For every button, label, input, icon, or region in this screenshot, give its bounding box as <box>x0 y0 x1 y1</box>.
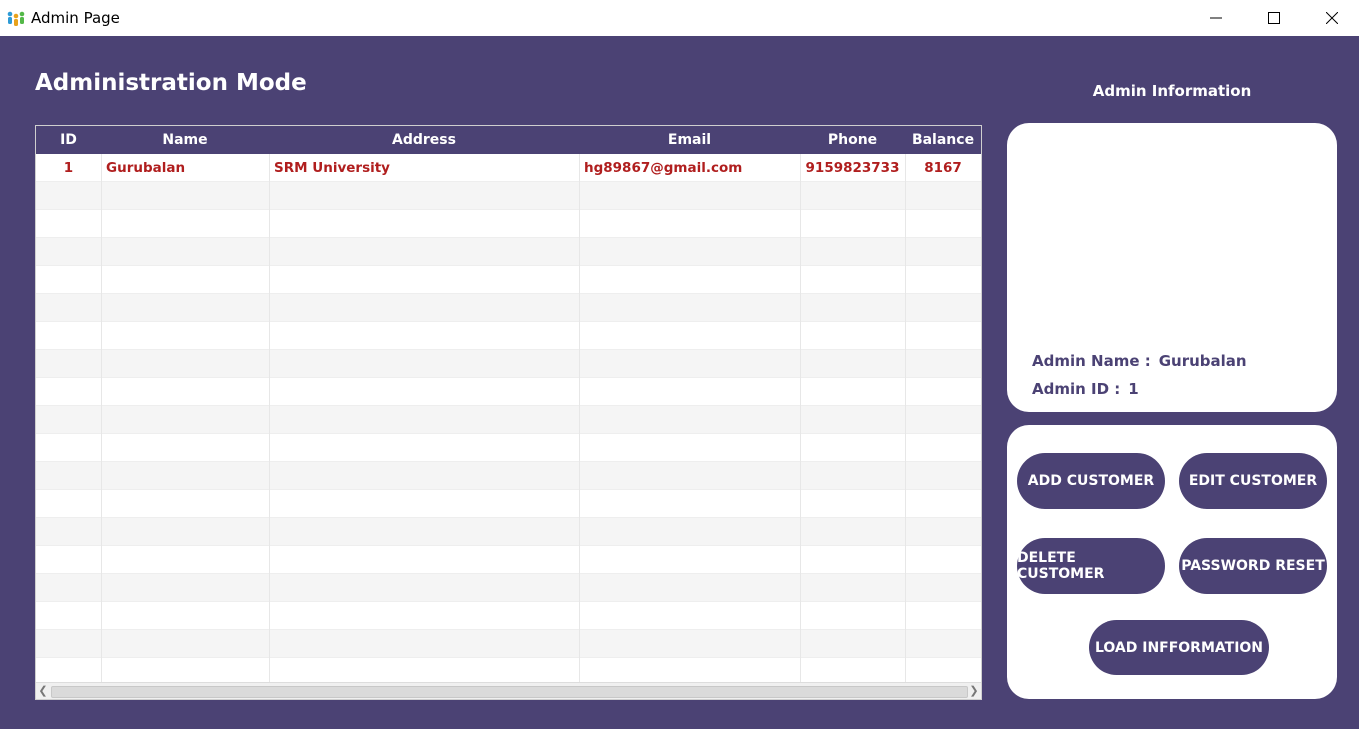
admin-info-heading: Admin Information <box>1092 82 1252 100</box>
users-app-icon <box>7 11 25 26</box>
column-divider <box>269 154 270 683</box>
table-row[interactable]: 1 Gurubalan SRM University hg89867@gmail… <box>36 154 981 182</box>
empty-row <box>36 350 981 378</box>
empty-row <box>36 574 981 602</box>
admin-name-row: Admin Name : Gurubalan <box>1032 352 1247 370</box>
cell-id: 1 <box>63 160 74 176</box>
admin-name-value: Gurubalan <box>1158 352 1247 370</box>
table-body: 1 Gurubalan SRM University hg89867@gmail… <box>36 154 981 686</box>
close-icon <box>1326 12 1338 24</box>
cell-phone: 9159823733 <box>805 160 900 176</box>
column-divider <box>905 154 906 683</box>
column-header-phone[interactable]: Phone <box>800 126 905 154</box>
load-information-button[interactable]: LOAD INFFORMATION <box>1089 620 1269 675</box>
empty-row <box>36 210 981 238</box>
edit-customer-button[interactable]: EDIT CUSTOMER <box>1179 453 1327 509</box>
admin-info-card: Admin Name : Gurubalan Admin ID : 1 <box>1007 123 1337 412</box>
empty-row <box>36 602 981 630</box>
customer-table[interactable]: ID Name Address Email Phone Balance 1 Gu… <box>35 125 982 700</box>
maximize-button[interactable] <box>1245 0 1303 36</box>
cell-email: hg89867@gmail.com <box>584 160 743 176</box>
empty-row <box>36 266 981 294</box>
page-title: Administration Mode <box>35 70 307 96</box>
window-title: Admin Page <box>31 9 120 27</box>
empty-row <box>36 462 981 490</box>
admin-id-row: Admin ID : 1 <box>1032 380 1139 398</box>
empty-row <box>36 490 981 518</box>
close-button[interactable] <box>1303 0 1359 36</box>
empty-row <box>36 406 981 434</box>
actions-card: ADD CUSTOMER EDIT CUSTOMER DELETE CUSTOM… <box>1007 425 1337 699</box>
admin-name-label: Admin Name : <box>1032 352 1151 370</box>
empty-row <box>36 322 981 350</box>
minimize-icon <box>1210 17 1222 19</box>
maximize-icon <box>1268 12 1280 24</box>
cell-name: Gurubalan <box>106 160 186 176</box>
admin-id-label: Admin ID : <box>1032 380 1121 398</box>
admin-id-value: 1 <box>1128 380 1139 398</box>
empty-row <box>36 238 981 266</box>
add-customer-button[interactable]: ADD CUSTOMER <box>1017 453 1165 509</box>
column-header-address[interactable]: Address <box>269 126 579 154</box>
column-header-email[interactable]: Email <box>579 126 800 154</box>
column-divider <box>579 154 580 683</box>
scroll-left-icon[interactable]: ❮ <box>36 683 50 699</box>
empty-row <box>36 630 981 658</box>
empty-row <box>36 518 981 546</box>
window-titlebar: Admin Page <box>0 0 1359 36</box>
empty-row <box>36 434 981 462</box>
delete-customer-button[interactable]: DELETE CUSTOMER <box>1017 538 1165 594</box>
column-header-id[interactable]: ID <box>36 126 101 154</box>
minimize-button[interactable] <box>1187 0 1245 36</box>
table-header: ID Name Address Email Phone Balance <box>36 126 981 155</box>
empty-row <box>36 182 981 210</box>
empty-row <box>36 294 981 322</box>
column-header-balance[interactable]: Balance <box>905 126 981 154</box>
password-reset-button[interactable]: PASSWORD RESET <box>1179 538 1327 594</box>
column-divider <box>101 154 102 683</box>
empty-row <box>36 546 981 574</box>
column-header-name[interactable]: Name <box>101 126 269 154</box>
cell-balance: 8167 <box>924 160 962 176</box>
column-divider <box>800 154 801 683</box>
scrollbar-thumb[interactable] <box>51 686 968 698</box>
horizontal-scrollbar[interactable]: ❮ ❯ <box>36 682 981 699</box>
empty-row <box>36 378 981 406</box>
scroll-right-icon[interactable]: ❯ <box>967 683 981 699</box>
cell-address: SRM University <box>274 160 390 176</box>
